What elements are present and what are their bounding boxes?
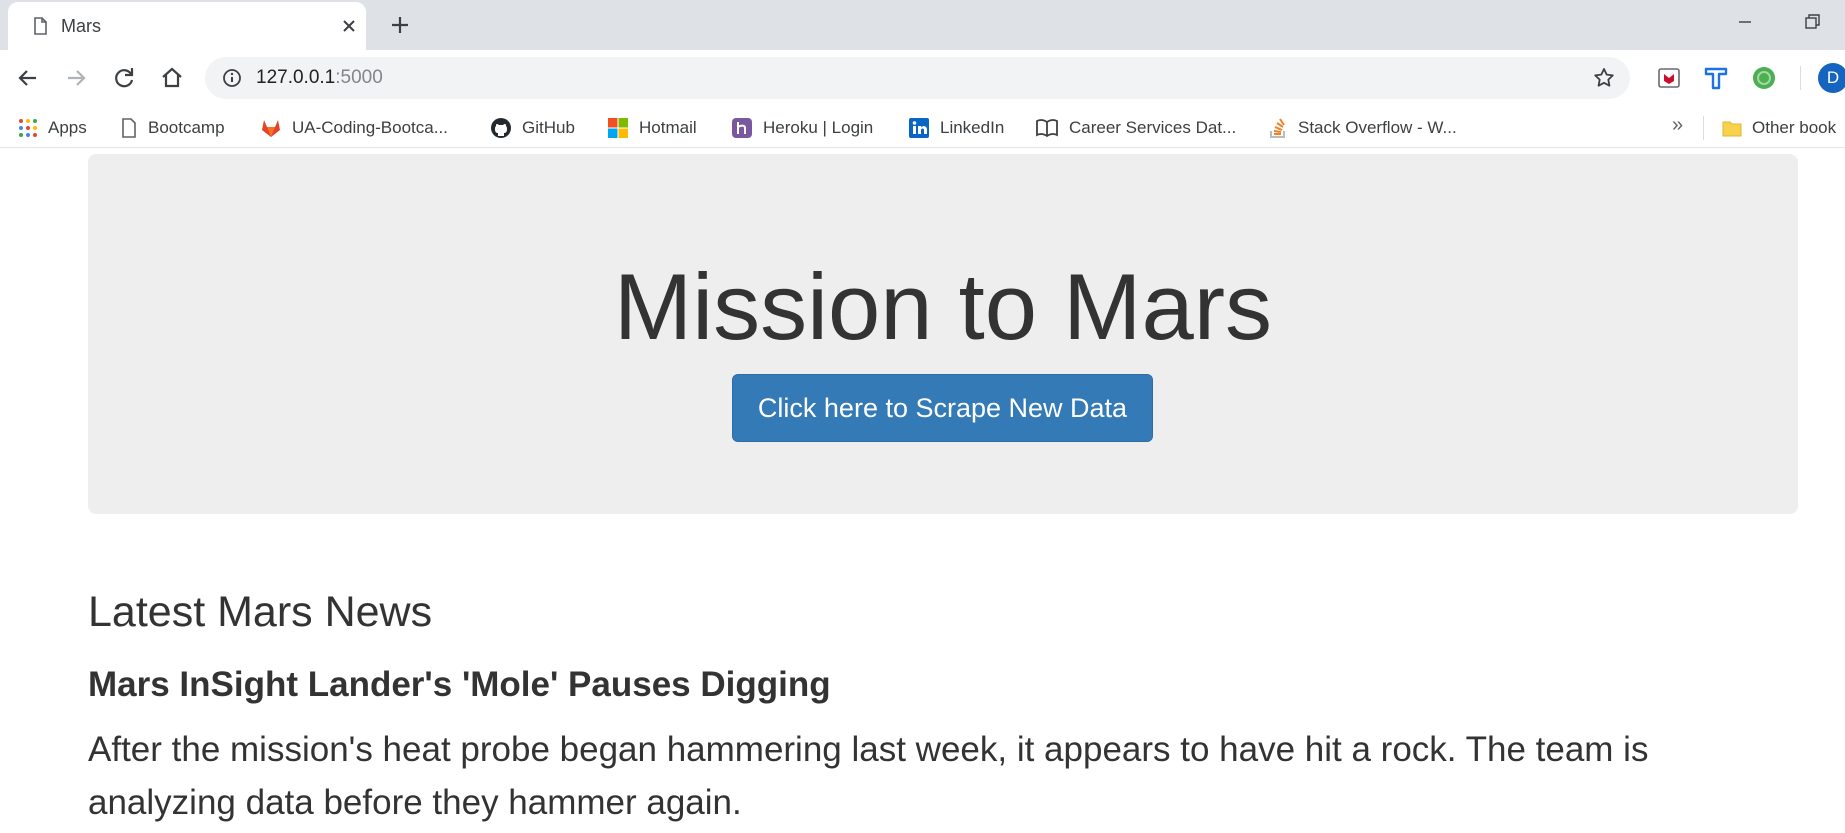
green-extension-icon[interactable] [1750,64,1778,92]
bookmark-hotmail[interactable]: Hotmail [607,116,697,140]
bookmarks-divider [1703,116,1704,140]
news-section-heading: Latest Mars News [88,588,433,636]
news-paragraph: After the mission's heat probe began ham… [88,730,1649,822]
bookmark-apps[interactable]: Apps [18,116,87,140]
address-bar[interactable]: 127.0.0.1:5000 [205,57,1630,99]
page-icon [34,17,47,35]
back-arrow-icon[interactable] [14,64,42,92]
page-content: Mission to Mars Click here to Scrape New… [0,148,1845,833]
bookmark-label: Hotmail [639,118,697,137]
bookmark-label: GitHub [522,118,575,137]
tab-strip: Mars [0,0,1845,50]
bookmark-other[interactable]: Other book [1722,116,1836,140]
bookmark-label: Apps [48,118,87,137]
microsoft-icon [608,118,628,138]
restore-icon[interactable] [1797,10,1827,34]
browser-tab[interactable]: Mars [8,2,366,50]
bookmark-label: Career Services Dat... [1069,118,1237,137]
bookmark-ua-coding[interactable]: UA-Coding-Bootca... [260,116,448,140]
stackoverflow-icon [1270,118,1285,138]
t-extension-icon[interactable] [1702,64,1730,92]
bookmark-career-services[interactable]: Career Services Dat... [1035,116,1236,140]
reload-icon[interactable] [110,64,138,92]
tab-title: Mars [61,16,101,36]
bookmark-label: Other book [1752,118,1837,137]
profile-avatar[interactable]: D [1818,63,1845,93]
info-icon[interactable] [222,68,242,88]
mcafee-extension-icon[interactable] [1655,64,1683,92]
new-tab-icon[interactable] [388,13,412,37]
heroku-icon [732,118,752,138]
bookmark-label: LinkedIn [940,118,1005,137]
bookmarks-overflow-button[interactable]: » [1672,114,1683,137]
linkedin-icon [909,118,929,138]
book-icon [1036,119,1058,138]
browser-toolbar: 127.0.0.1:5000 D [0,50,1845,106]
home-icon[interactable] [158,64,186,92]
bookmark-linkedin[interactable]: LinkedIn [908,116,1004,140]
forward-arrow-icon[interactable] [62,64,90,92]
github-icon [491,118,511,138]
folder-icon [1722,121,1742,137]
toolbar-divider [1800,66,1801,90]
apps-grid-icon [19,119,37,137]
page-icon [122,118,136,138]
bookmark-label: Heroku | Login [763,118,874,137]
bookmark-label: Stack Overflow - W... [1298,118,1457,137]
bookmark-github[interactable]: GitHub [490,116,575,140]
page-title: Mission to Mars [613,254,1273,359]
minimize-icon[interactable] [1730,10,1760,34]
bookmark-stack-overflow[interactable]: Stack Overflow - W... [1268,116,1457,140]
close-icon[interactable] [338,15,360,37]
bookmarks-bar: Apps Bootcamp UA-Coding-Bootca... GitHub… [0,106,1845,148]
url-text: 127.0.0.1:5000 [256,67,383,88]
bookmark-star-icon[interactable] [1592,66,1616,90]
scrape-button[interactable]: Click here to Scrape New Data [732,374,1153,442]
bookmark-label: UA-Coding-Bootca... [292,118,448,137]
bookmark-heroku[interactable]: Heroku | Login [731,116,873,140]
bookmark-bootcamp[interactable]: Bootcamp [120,116,225,140]
news-title: Mars InSight Lander's 'Mole' Pauses Digg… [88,665,831,704]
gitlab-icon [262,120,280,137]
jumbotron: Mission to Mars Click here to Scrape New… [88,154,1798,514]
bookmark-label: Bootcamp [148,118,225,137]
